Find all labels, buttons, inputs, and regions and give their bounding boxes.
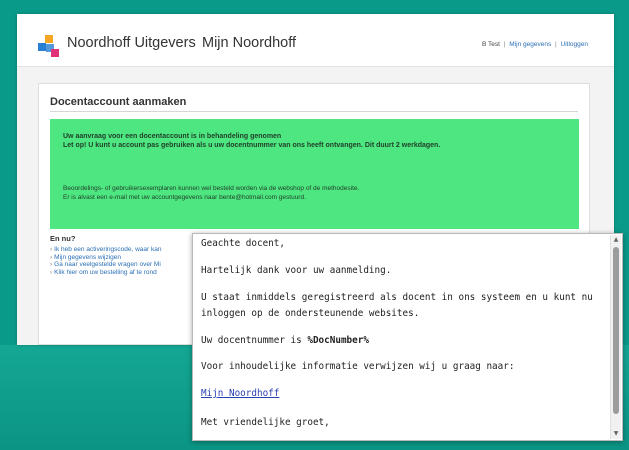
logout-link[interactable]: Uitloggen xyxy=(561,41,588,48)
email-thanks: Hartelijk dank voor uw aanmelding. xyxy=(201,265,392,276)
nav-separator: | xyxy=(503,41,506,48)
email-preview-window[interactable]: Geachte docent, Hartelijk dank voor uw a… xyxy=(192,233,623,441)
link-label: Ik heb een activeringscode, waar kan xyxy=(54,246,162,253)
next-steps-title: En nu? xyxy=(50,234,76,243)
noordhoff-logo-icon[interactable] xyxy=(37,34,61,58)
notice-heading: Uw aanvraag voor een docentaccount is in… xyxy=(63,133,282,140)
success-notice: Uw aanvraag voor een docentaccount is in… xyxy=(50,119,579,229)
scrollbar-thumb[interactable] xyxy=(613,247,619,414)
notice-warning: Let op! U kunt u account pas gebruiken a… xyxy=(63,142,441,149)
brand-name[interactable]: Noordhoff Uitgevers xyxy=(67,35,196,51)
chevron-right-icon: › xyxy=(50,253,53,261)
vertical-scrollbar[interactable]: ▲ ▼ xyxy=(610,235,621,439)
docnumber-value: %DocNumber% xyxy=(307,335,369,346)
notice-info: Beoordelings- of gebruikersexemplaren ku… xyxy=(63,185,360,192)
scroll-down-icon[interactable]: ▼ xyxy=(611,429,621,439)
title-divider xyxy=(50,111,578,112)
email-registered-text: U staat inmiddels geregistreerd als doce… xyxy=(201,292,593,319)
complete-order-link[interactable]: › Klik hier om uw bestelling af te rond xyxy=(50,269,200,277)
nav-separator: | xyxy=(555,41,557,48)
email-closing: Met vriendelijke groet, xyxy=(201,417,330,428)
link-label: Klik hier om uw bestelling af te rond xyxy=(54,268,157,276)
email-greeting: Geachte docent, xyxy=(201,238,285,249)
link-label: Mijn gegevens wijzigen xyxy=(54,253,122,261)
my-details-link[interactable]: Mijn gegevens xyxy=(509,41,551,48)
page-title: Docentaccount aanmaken xyxy=(50,96,187,108)
link-label: Ga naar veelgestelde vragen over Mi xyxy=(54,261,161,268)
scroll-up-icon[interactable]: ▲ xyxy=(611,235,621,245)
docnumber-label: Uw docentnummer is xyxy=(201,335,308,346)
activation-code-link[interactable]: › Ik heb een activeringscode, waar kan xyxy=(50,246,200,254)
site-name[interactable]: Mijn Noordhoff xyxy=(202,35,296,51)
mijn-noordhoff-link[interactable]: Mijn Noordhoff xyxy=(201,388,279,399)
email-link-wrapper: Mijn Noordhoff xyxy=(201,388,279,399)
chevron-right-icon: › xyxy=(50,261,53,268)
email-docnumber: Uw docentnummer is %DocNumber% xyxy=(201,335,369,346)
next-steps-links: › Ik heb een activeringscode, waar kan › M… xyxy=(50,246,200,276)
user-nav: B Test | Mijn gegevens | Uitloggen xyxy=(482,41,588,48)
email-info-text: Voor inhoudelijke informatie verwijzen w… xyxy=(201,361,515,372)
edit-details-link[interactable]: › Mijn gegevens wijzigen xyxy=(50,254,200,262)
site-header: Noordhoff Uitgevers Mijn Noordhoff B Tes… xyxy=(17,14,614,67)
faq-link[interactable]: › Ga naar veelgestelde vragen over Mi xyxy=(50,261,200,269)
notice-email-sent: Er is alvast een e-mail met uw accountge… xyxy=(63,194,306,201)
user-name: B Test xyxy=(482,41,500,48)
chevron-right-icon: › xyxy=(50,246,53,253)
chevron-right-icon: › xyxy=(50,268,53,276)
